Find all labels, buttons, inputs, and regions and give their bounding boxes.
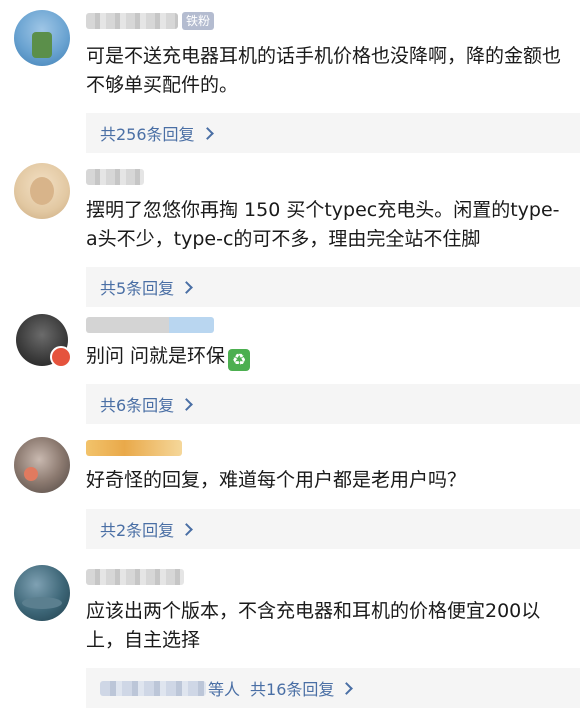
chevron-right-icon [180,280,194,294]
username-blurred[interactable] [86,440,182,456]
username-blurred[interactable] [86,169,144,185]
comment-text: 应该出两个版本，不含充电器和耳机的价格便宜200以上，自主选择 [86,600,541,651]
username-row [86,566,184,588]
repliers-blurred [100,680,206,696]
username-row: 铁粉 [86,10,215,32]
reply-count: 共16条回复 [250,680,335,699]
avatar[interactable] [14,163,70,219]
fan-badge: 铁粉 [182,12,215,30]
view-replies-button[interactable]: 等人 共16条回复 [86,668,580,708]
username-row [86,437,182,459]
chevron-right-icon [200,126,214,140]
avatar[interactable] [14,565,70,621]
comment-text: 别问 问就是环保 ♻ [86,342,566,371]
repliers-suffix: 等人 [208,680,241,699]
view-replies-button[interactable]: 共256条回复 [86,113,580,153]
reply-count: 共256条回复 [100,125,195,144]
verified-badge-icon [50,346,72,368]
username-row [86,314,214,336]
chevron-right-icon [340,681,354,695]
reply-count: 共2条回复 [100,521,175,540]
chevron-right-icon [180,397,194,411]
reply-count: 共5条回复 [100,279,175,298]
reply-count: 共6条回复 [100,396,175,415]
comment-text: 摆明了忽悠你再掏 150 买个typec充电头。闲置的type-a头不少，typ… [86,199,560,250]
view-replies-button[interactable]: 共6条回复 [86,384,580,424]
comment-text: 好奇怪的回复，难道每个用户都是老用户吗？ [86,469,467,491]
avatar[interactable] [14,10,70,66]
username-row [86,166,144,188]
comment-text: 可是不送充电器耳机的话手机价格也没降啊，降的金额也不够单买配件的。 [86,45,562,96]
view-replies-button[interactable]: 共2条回复 [86,509,580,549]
username-blurred[interactable] [86,317,214,333]
avatar[interactable] [14,437,70,493]
chevron-right-icon [180,522,194,536]
comment-text-body: 别问 问就是环保 [86,345,226,367]
recycle-icon: ♻ [228,348,251,371]
view-replies-button[interactable]: 共5条回复 [86,267,580,307]
username-blurred[interactable] [86,13,178,29]
username-blurred[interactable] [86,569,184,585]
